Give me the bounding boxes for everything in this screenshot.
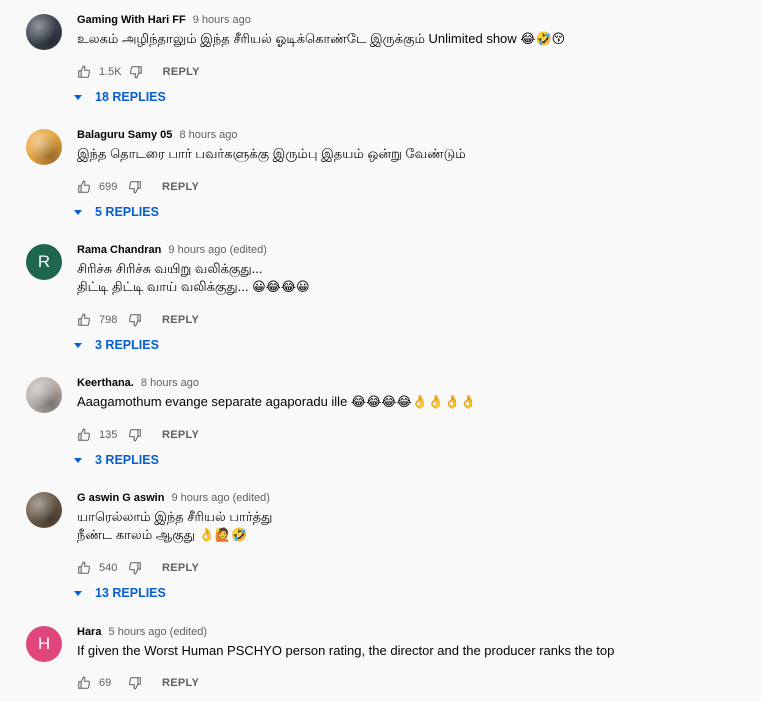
comment-header: G aswin G aswin 9 hours ago (edited) <box>77 492 270 504</box>
comment-author[interactable]: Rama Chandran <box>77 244 161 256</box>
comment-text: இந்த தொடரை பார் பவர்களுக்கு இரும்பு இதயம… <box>77 146 466 161</box>
comment-author[interactable]: Hara <box>77 626 101 638</box>
thumb-up-icon[interactable] <box>77 561 91 575</box>
comment-author[interactable]: Keerthana. <box>77 377 134 389</box>
thumb-down-icon[interactable] <box>128 313 142 327</box>
thumb-up-icon[interactable] <box>77 676 91 690</box>
comment-time[interactable]: 9 hours ago <box>193 14 251 26</box>
comment-text: சிரிச்சு சிரிச்சு வயிறு வலிக்குது... திட… <box>77 261 310 294</box>
caret-down-icon <box>74 94 82 100</box>
replies-label: 13 REPLIES <box>95 586 166 600</box>
comment-actions: 699 REPLY <box>77 179 199 195</box>
like-count: 798 <box>99 314 118 326</box>
caret-down-icon <box>74 342 82 348</box>
comment-time[interactable]: 8 hours ago <box>179 129 237 141</box>
avatar[interactable]: H <box>26 626 62 662</box>
like-count: 69 <box>99 677 112 689</box>
thumb-down-icon[interactable] <box>128 561 142 575</box>
comment-actions: 69 REPLY <box>77 675 199 691</box>
comment-time[interactable]: 9 hours ago (edited) <box>168 244 266 256</box>
thumb-down-icon[interactable] <box>129 65 143 79</box>
thumb-down-icon[interactable] <box>128 428 142 442</box>
thumb-up-icon[interactable] <box>77 180 91 194</box>
comment-header: Balaguru Samy 05 8 hours ago <box>77 129 238 141</box>
like-count: 699 <box>99 181 118 193</box>
avatar[interactable] <box>26 492 62 528</box>
comment-text: If given the Worst Human PSCHYO person r… <box>77 643 615 658</box>
like-count: 135 <box>99 429 118 441</box>
replies-label: 3 REPLIES <box>95 338 159 352</box>
comment-actions: 540 REPLY <box>77 560 199 576</box>
avatar[interactable] <box>26 129 62 165</box>
comment-actions: 135 REPLY <box>77 427 199 443</box>
view-replies-button[interactable]: 3 REPLIES <box>74 453 159 467</box>
view-replies-button[interactable]: 5 REPLIES <box>74 205 159 219</box>
comment-actions: 1.5K REPLY <box>77 64 200 80</box>
comment-author[interactable]: G aswin G aswin <box>77 492 164 504</box>
reply-button[interactable]: REPLY <box>162 429 199 441</box>
reply-button[interactable]: REPLY <box>162 562 199 574</box>
comment-actions: 798 REPLY <box>77 312 199 328</box>
comment-time[interactable]: 9 hours ago (edited) <box>171 492 269 504</box>
view-replies-button[interactable]: 13 REPLIES <box>74 586 166 600</box>
comment-text: யாரெல்லாம் இந்த சீரியல் பார்த்து நீண்ட க… <box>77 509 273 542</box>
comment-author[interactable]: Balaguru Samy 05 <box>77 129 172 141</box>
reply-button[interactable]: REPLY <box>163 66 200 78</box>
comment-text: Aaagamothum evange separate agaporadu il… <box>77 394 477 409</box>
like-count: 540 <box>99 562 118 574</box>
comment-time[interactable]: 5 hours ago (edited) <box>109 626 207 638</box>
reply-button[interactable]: REPLY <box>162 677 199 689</box>
comment-text: உலகம் அழிந்தாலும் இந்த சீரியல் ஓடிக்கொண்… <box>77 31 566 46</box>
comment-header: Rama Chandran 9 hours ago (edited) <box>77 244 267 256</box>
comment-header: Keerthana. 8 hours ago <box>77 377 199 389</box>
reply-button[interactable]: REPLY <box>162 181 199 193</box>
reply-button[interactable]: REPLY <box>162 314 199 326</box>
caret-down-icon <box>74 457 82 463</box>
comment-author[interactable]: Gaming With Hari FF <box>77 14 186 26</box>
avatar[interactable] <box>26 14 62 50</box>
comment-time[interactable]: 8 hours ago <box>141 377 199 389</box>
avatar-letter: H <box>37 634 51 653</box>
thumb-up-icon[interactable] <box>77 428 91 442</box>
comment-header: Hara 5 hours ago (edited) <box>77 626 207 638</box>
avatar[interactable]: R <box>26 244 62 280</box>
thumb-up-icon[interactable] <box>77 313 91 327</box>
replies-label: 18 REPLIES <box>95 90 166 104</box>
thumb-down-icon[interactable] <box>128 676 142 690</box>
caret-down-icon <box>74 590 82 596</box>
comment-header: Gaming With Hari FF 9 hours ago <box>77 14 251 26</box>
avatar[interactable] <box>26 377 62 413</box>
caret-down-icon <box>74 209 82 215</box>
view-replies-button[interactable]: 3 REPLIES <box>74 338 159 352</box>
view-replies-button[interactable]: 18 REPLIES <box>74 90 166 104</box>
like-count: 1.5K <box>99 66 122 78</box>
replies-label: 5 REPLIES <box>95 205 159 219</box>
thumb-down-icon[interactable] <box>128 180 142 194</box>
avatar-letter: R <box>37 252 51 271</box>
thumb-up-icon[interactable] <box>77 65 91 79</box>
replies-label: 3 REPLIES <box>95 453 159 467</box>
